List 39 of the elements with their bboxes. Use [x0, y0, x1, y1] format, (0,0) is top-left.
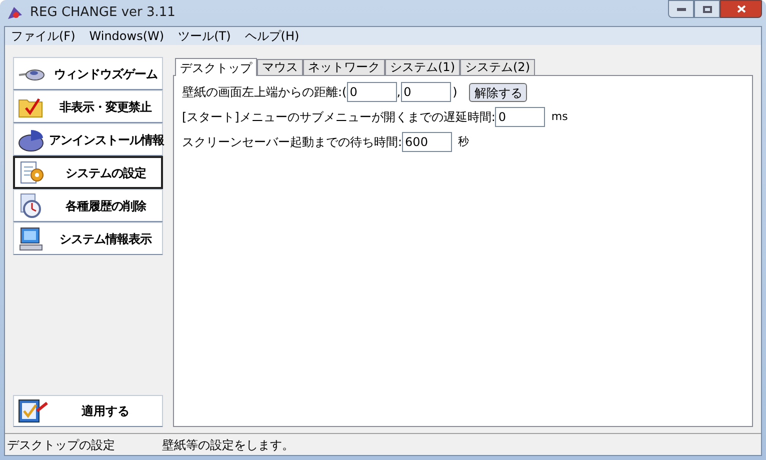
sidebar-item[interactable]: 非表示・変更禁止 — [13, 90, 163, 123]
menu-item[interactable]: ファイル(F) — [11, 27, 76, 45]
sidebar-item[interactable]: システム情報表示 — [13, 222, 163, 255]
maximize-button[interactable] — [694, 0, 720, 18]
tab[interactable]: デスクトップ — [175, 58, 257, 76]
tab[interactable]: システム(2) — [460, 59, 535, 75]
sidebar-item[interactable]: アンインストール情報 — [13, 123, 163, 156]
distance-x-field[interactable]: 0 — [346, 82, 397, 102]
notepad-gear-icon — [18, 160, 46, 186]
status-text: デスクトップの設定 — [7, 436, 116, 454]
app-icon — [6, 5, 24, 21]
apply-button[interactable]: 適用する — [13, 395, 163, 427]
comma-text: , — [396, 84, 401, 101]
tab[interactable]: システム(1) — [385, 59, 460, 75]
minimize-button[interactable] — [668, 0, 694, 18]
menu-item[interactable]: Windows(W) — [89, 27, 164, 45]
menu-item[interactable]: ツール(T) — [178, 27, 231, 45]
setting-label: 壁紙の画面左上端からの距離:( — [182, 84, 347, 101]
window-title: REG CHANGE ver 3.11 — [30, 4, 176, 22]
number-field[interactable]: 600 — [402, 132, 452, 152]
sidebar-item[interactable]: 各種履歴の削除 — [13, 189, 163, 222]
close-icon — [736, 5, 746, 13]
unit-text: 秒 — [458, 134, 470, 150]
menu-item[interactable]: ヘルプ(H) — [244, 27, 300, 45]
setting-label: [スタート]メニューのサブメニューが開くまでの遅延時間: — [182, 109, 496, 126]
tab[interactable]: マウス — [257, 59, 303, 75]
checkmark-pen-icon — [17, 397, 49, 425]
tab[interactable]: ネットワーク — [303, 59, 385, 75]
close-button[interactable] — [720, 0, 762, 18]
sidebar-item[interactable]: ウィンドウズゲーム — [13, 57, 163, 90]
distance-y-field[interactable]: 0 — [400, 82, 451, 102]
release-button[interactable]: 解除する — [469, 82, 528, 102]
number-field[interactable]: 0 — [495, 107, 546, 127]
setting-label: スクリーンセーバー起動までの待ち時間: — [182, 134, 402, 151]
unit-text: ms — [551, 108, 568, 125]
status-text: 壁紙等の設定をします。 — [162, 436, 294, 454]
paren-text: ) — [452, 84, 458, 101]
computer-icon — [17, 226, 45, 252]
sidebar-item[interactable]: システムの設定 — [13, 156, 163, 189]
